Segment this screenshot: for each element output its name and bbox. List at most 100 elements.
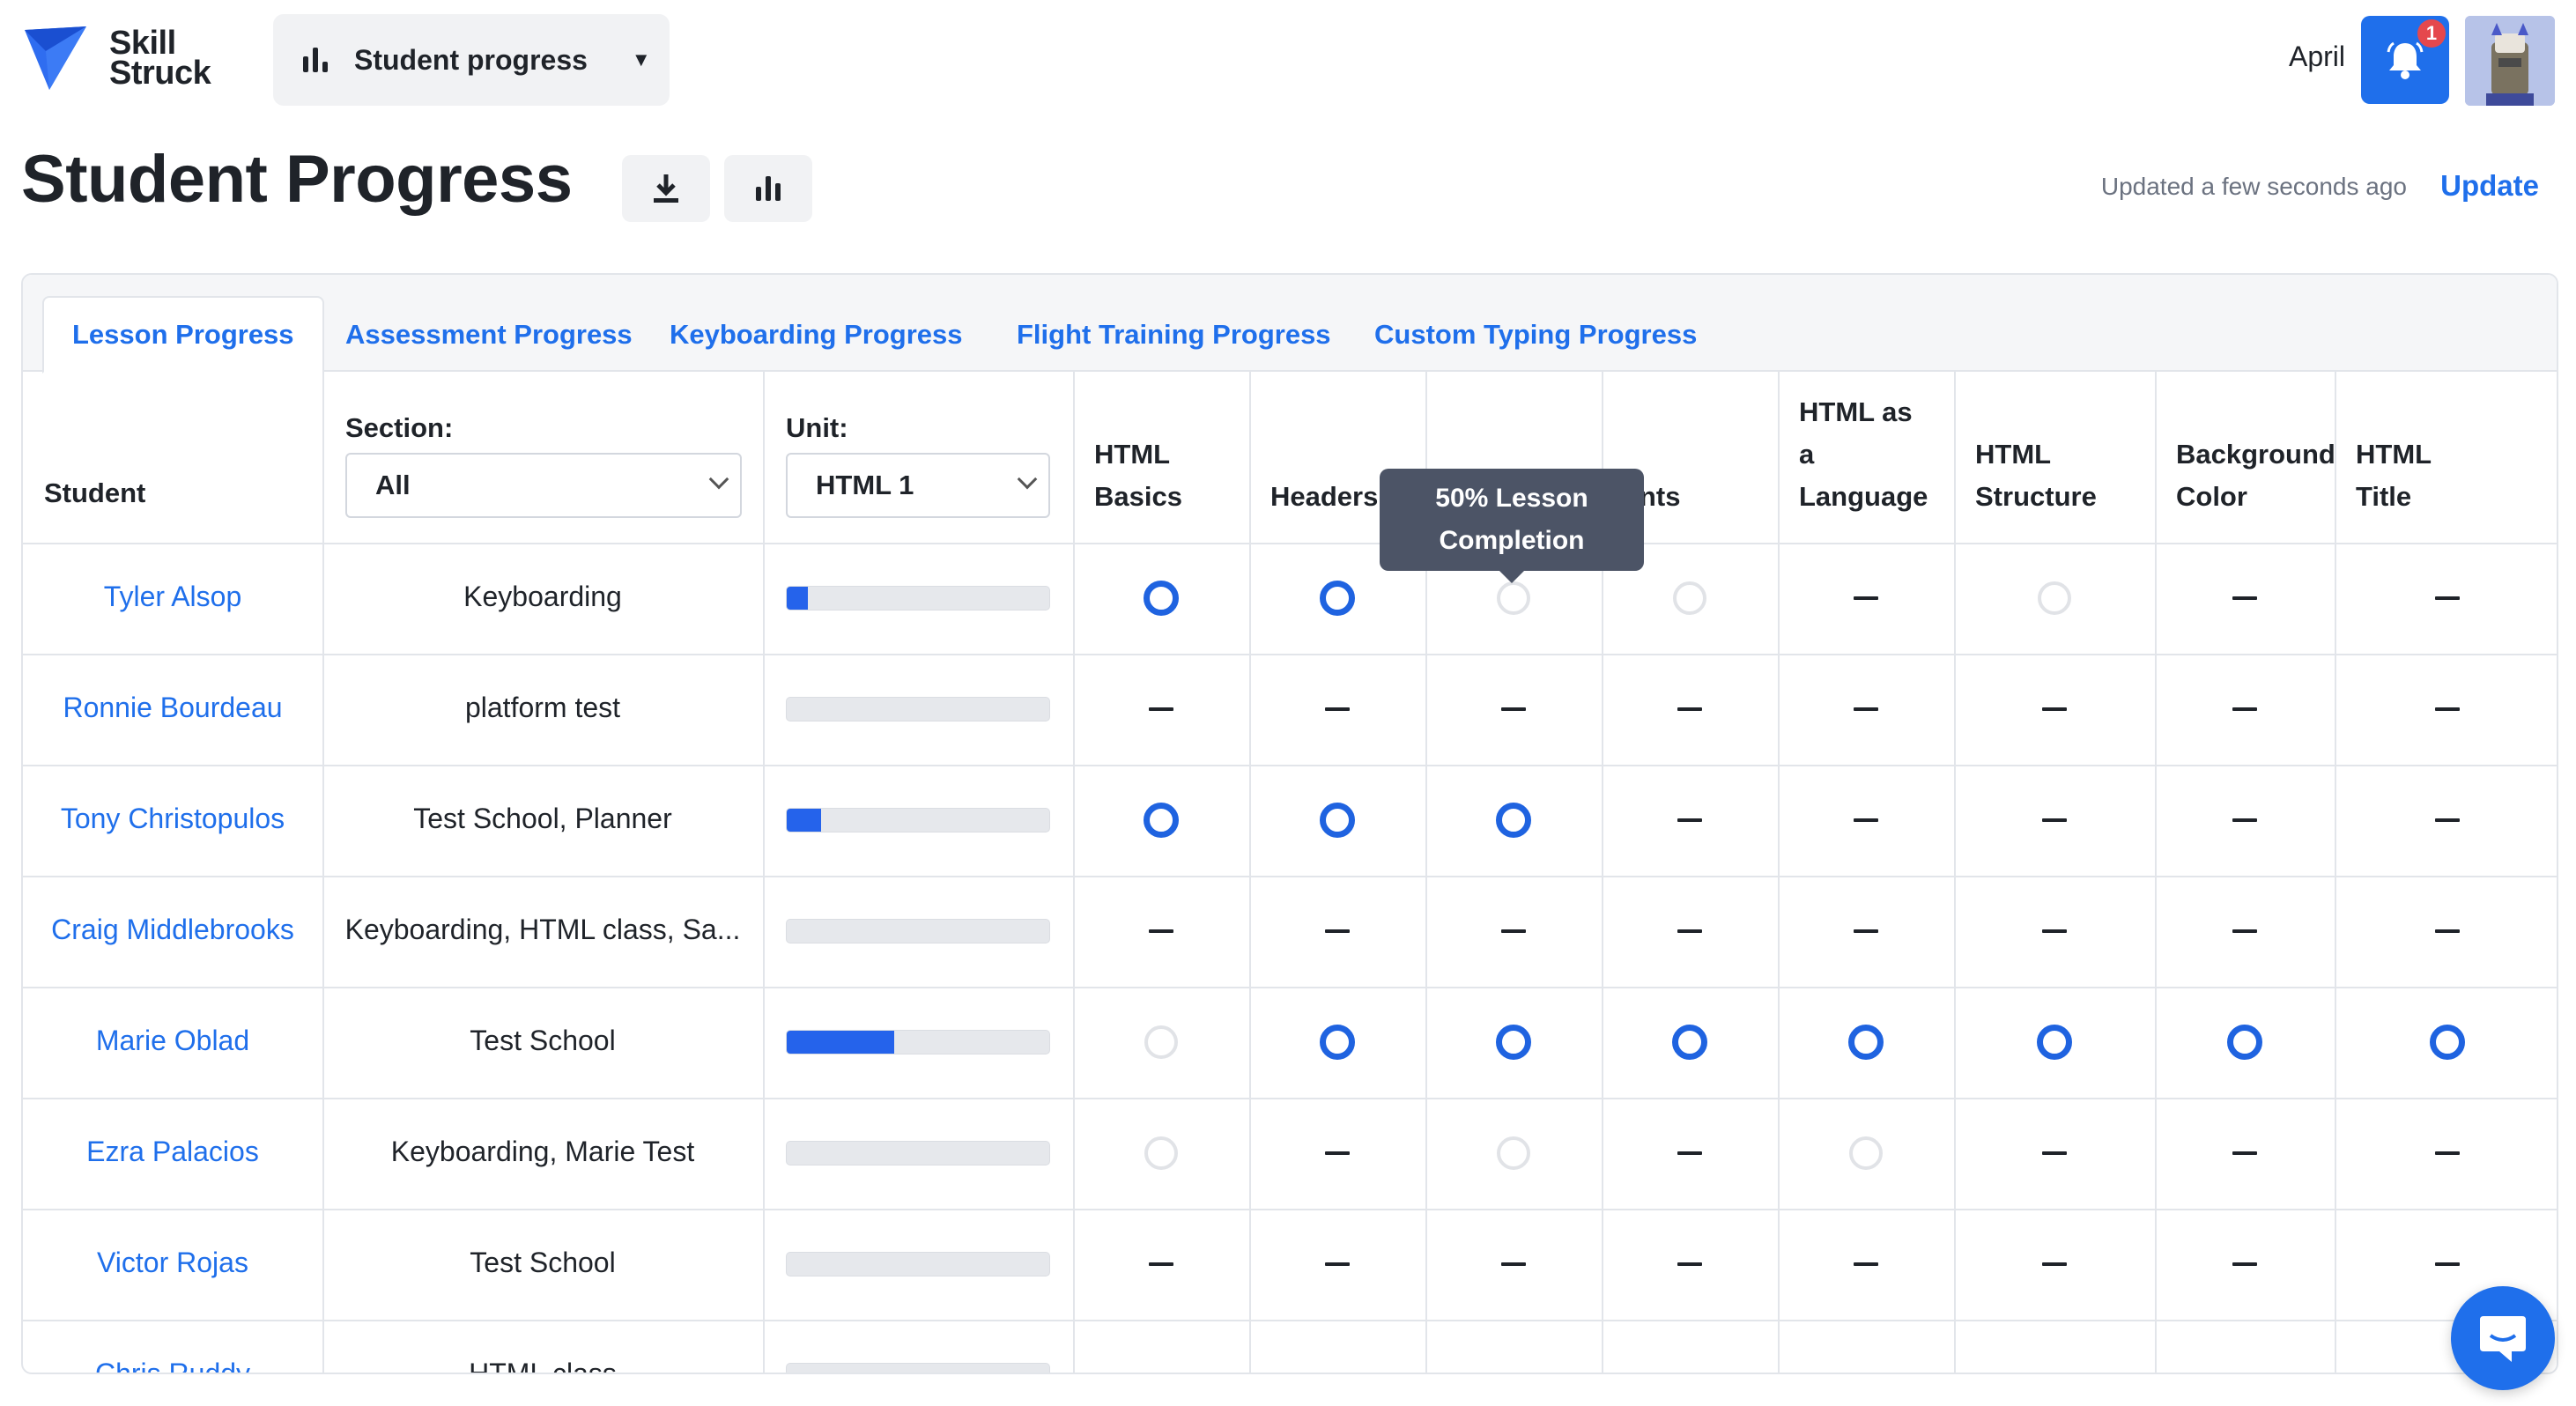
lesson-not-started-icon — [2435, 929, 2460, 933]
lesson-incomplete-icon[interactable] — [2038, 581, 2071, 615]
lesson-column-header: Headers — [1270, 481, 1379, 512]
unit-filter-select[interactable]: HTML 1 — [786, 453, 1050, 518]
bar-chart-icon — [756, 176, 781, 201]
download-button[interactable] — [622, 155, 710, 222]
lesson-not-started-icon — [2042, 929, 2067, 933]
student-name-link[interactable]: Craig Middlebrooks — [23, 914, 322, 946]
lesson-incomplete-icon[interactable] — [1497, 581, 1530, 615]
unit-progress-fill — [787, 809, 821, 832]
tab-flight-training-progress[interactable]: Flight Training Progress — [988, 296, 1359, 374]
section-filter-label: Section: — [345, 412, 454, 443]
column-divider — [1778, 372, 1780, 1373]
lesson-incomplete-icon[interactable] — [1144, 1025, 1178, 1059]
progress-card: Lesson Progress Assessment Progress Keyb… — [21, 273, 2558, 1374]
column-divider — [322, 372, 324, 1373]
lesson-incomplete-icon[interactable] — [1673, 581, 1706, 615]
lesson-complete-icon[interactable] — [1144, 581, 1179, 616]
student-section: Test School — [470, 1247, 616, 1278]
lesson-not-started-icon — [1149, 929, 1173, 933]
update-link[interactable]: Update — [2440, 169, 2539, 203]
student-section: HTML class — [469, 1358, 617, 1374]
lesson-not-started-icon — [1149, 707, 1173, 711]
lesson-incomplete-icon[interactable] — [1144, 1136, 1178, 1170]
chat-support-button[interactable] — [2451, 1286, 2555, 1390]
lesson-complete-icon[interactable] — [1320, 803, 1355, 838]
lesson-column-header: Title — [2356, 481, 2412, 512]
bell-icon — [2387, 41, 2424, 79]
lesson-not-started-icon — [1677, 1151, 1702, 1155]
column-divider — [763, 372, 765, 1373]
lesson-not-started-icon — [1854, 1262, 1878, 1266]
paper-plane-logo-icon — [25, 26, 86, 90]
lesson-not-started-icon — [1501, 1262, 1526, 1266]
bar-chart-icon — [303, 48, 328, 72]
row-divider — [23, 1320, 2557, 1321]
logo-text-line1: Skill — [109, 25, 176, 62]
lesson-not-started-icon — [1501, 929, 1526, 933]
student-column-header: Student — [44, 477, 146, 508]
user-avatar[interactable] — [2465, 16, 2555, 106]
lesson-not-started-icon — [2232, 1262, 2257, 1266]
student-name-link[interactable]: Ronnie Bourdeau — [23, 692, 322, 724]
lesson-not-started-icon — [1149, 1262, 1173, 1266]
student-name-link[interactable]: Tyler Alsop — [23, 581, 322, 613]
unit-progress-bar — [786, 1141, 1050, 1166]
chevron-down-icon — [708, 469, 729, 490]
student-name-link[interactable]: Victor Rojas — [23, 1247, 322, 1279]
lesson-not-started-icon — [2435, 707, 2460, 711]
lesson-complete-icon[interactable] — [2037, 1025, 2072, 1060]
chart-view-button[interactable] — [724, 155, 812, 222]
download-icon — [654, 174, 678, 203]
lesson-completion-tooltip: 50% Lesson Completion — [1380, 469, 1644, 583]
tab-lesson-progress[interactable]: Lesson Progress — [42, 296, 324, 374]
lesson-not-started-icon — [1325, 1262, 1350, 1266]
tab-keyboarding-progress[interactable]: Keyboarding Progress — [641, 296, 990, 374]
student-section: Test School — [470, 1025, 616, 1056]
row-divider — [23, 876, 2557, 877]
lesson-column-header: Background — [2176, 439, 2335, 470]
lesson-complete-icon[interactable] — [1320, 1025, 1355, 1060]
lesson-column-header: HTML as — [1799, 396, 1913, 427]
column-divider — [1954, 372, 1956, 1373]
student-name-link[interactable]: Ezra Palacios — [23, 1136, 322, 1168]
lesson-column-header: a — [1799, 439, 1815, 470]
lesson-complete-icon[interactable] — [1496, 803, 1531, 838]
lesson-column-header: HTML — [1975, 439, 2052, 470]
lesson-column-header: HTML — [2356, 439, 2432, 470]
tab-assessment-progress[interactable]: Assessment Progress — [317, 296, 661, 374]
tab-custom-typing-progress[interactable]: Custom Typing Progress — [1346, 296, 1725, 374]
lesson-column-header: Color — [2176, 481, 2247, 512]
lesson-not-started-icon — [1325, 929, 1350, 933]
lesson-complete-icon[interactable] — [1496, 1025, 1531, 1060]
unit-progress-bar — [786, 808, 1050, 832]
lesson-column-header: HTML — [1094, 439, 1171, 470]
lesson-complete-icon[interactable] — [1144, 803, 1179, 838]
column-divider — [2155, 372, 2157, 1373]
lesson-complete-icon[interactable] — [1320, 581, 1355, 616]
lesson-complete-icon[interactable] — [1848, 1025, 1884, 1060]
section-filter-select[interactable]: All — [345, 453, 742, 518]
unit-progress-bar — [786, 1252, 1050, 1276]
lesson-complete-icon[interactable] — [1672, 1025, 1707, 1060]
tooltip-line-1: 50% Lesson — [1435, 484, 1588, 513]
page-nav-dropdown[interactable]: Student progress ▼ — [273, 14, 670, 106]
lesson-not-started-icon — [2435, 818, 2460, 822]
lesson-incomplete-icon[interactable] — [1849, 1136, 1883, 1170]
row-divider — [23, 1209, 2557, 1210]
unit-progress-bar — [786, 1030, 1050, 1054]
lesson-not-started-icon — [2232, 929, 2257, 933]
lesson-not-started-icon — [2042, 818, 2067, 822]
student-name-link[interactable]: Tony Christopulos — [23, 803, 322, 835]
lesson-complete-icon[interactable] — [2227, 1025, 2262, 1060]
unit-progress-bar — [786, 586, 1050, 610]
skillstruck-logo[interactable]: Skill Struck — [23, 25, 211, 92]
lesson-not-started-icon — [2435, 596, 2460, 600]
student-name-link[interactable]: Marie Oblad — [23, 1025, 322, 1057]
lesson-not-started-icon — [1854, 707, 1878, 711]
lesson-incomplete-icon[interactable] — [1497, 1136, 1530, 1170]
student-name-link[interactable]: Chris Ruddy — [23, 1358, 322, 1373]
lesson-complete-icon[interactable] — [2430, 1025, 2465, 1060]
unit-progress-bar — [786, 1363, 1050, 1373]
lesson-not-started-icon — [1854, 929, 1878, 933]
avatar-illustration-icon — [2465, 16, 2555, 106]
